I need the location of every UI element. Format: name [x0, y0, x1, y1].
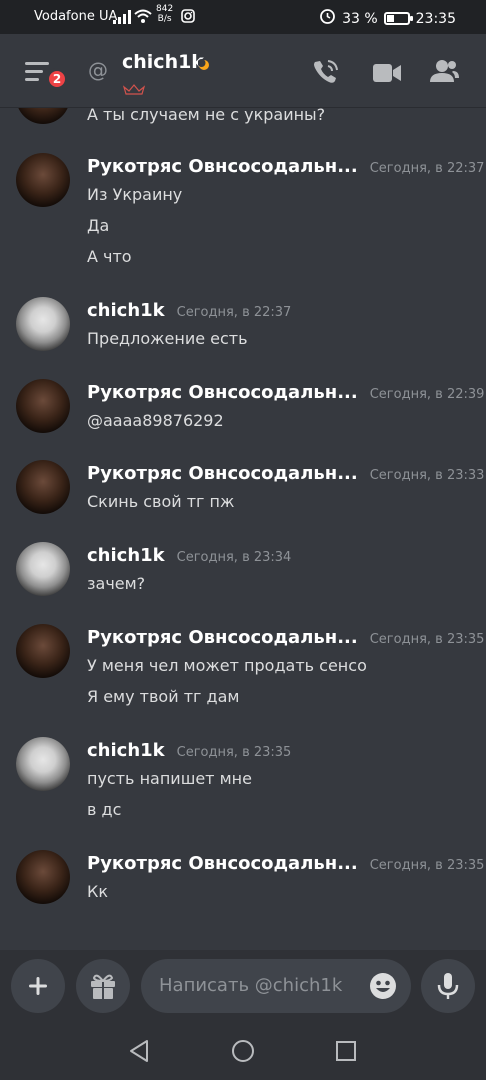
plus-icon: [29, 977, 47, 995]
message-text: Предложение есть: [87, 329, 248, 348]
system-nav-bar: [0, 1022, 486, 1080]
home-icon[interactable]: [231, 1039, 255, 1067]
author-name[interactable]: Рукотряс Овнсосодальн...: [87, 627, 358, 648]
wifi-icon: [134, 9, 152, 28]
mic-icon: [437, 973, 459, 999]
message-text: А ты случаем не с украины?: [87, 108, 326, 124]
avatar[interactable]: [16, 737, 70, 791]
message-text: Из Украину: [87, 185, 183, 204]
recents-icon[interactable]: [335, 1040, 357, 1066]
back-icon[interactable]: [127, 1039, 151, 1067]
battery-icon: [383, 12, 413, 25]
timestamp: Сегодня, в 23:34: [176, 550, 292, 565]
status-bar: Vodafone UA 842 B/s 33 % 23:35: [0, 0, 486, 34]
message-text: У меня чел может продать сенсо: [87, 656, 367, 675]
avatar[interactable]: [16, 297, 70, 351]
signal-icon: [113, 10, 131, 28]
instagram-icon: [181, 9, 195, 27]
message-text: А что: [87, 247, 132, 266]
network-speed: 842 B/s: [156, 4, 174, 24]
carrier-name: Vodafone UA: [34, 9, 118, 24]
avatar[interactable]: [16, 850, 70, 904]
message-input-placeholder: Написать @chich1k: [159, 975, 343, 996]
message-text: Я ему твой тг дам: [87, 687, 240, 706]
timestamp: Сегодня, в 23:35: [176, 745, 292, 760]
emoji-icon[interactable]: [369, 972, 397, 1004]
timestamp: Сегодня, в 22:39: [369, 387, 485, 402]
author-name[interactable]: chich1k: [87, 300, 165, 321]
menu-icon[interactable]: [25, 62, 49, 86]
author-name[interactable]: chich1k: [87, 740, 165, 761]
avatar[interactable]: [16, 460, 70, 514]
message-text: Скинь свой тг пж: [87, 492, 235, 511]
author-name[interactable]: Рукотряс Овнсосодальн...: [87, 382, 358, 403]
members-icon[interactable]: [430, 58, 460, 88]
unread-badge: 2: [46, 68, 68, 90]
video-icon[interactable]: [372, 62, 402, 88]
message-text: зачем?: [87, 574, 146, 593]
battery-percent: 33 %: [342, 10, 378, 27]
author-name[interactable]: Рукотряс Овнсосодальн...: [87, 463, 358, 484]
message-text: Кк: [87, 882, 109, 901]
author-name[interactable]: chich1k: [87, 545, 165, 566]
timestamp: Сегодня, в 23:35: [369, 632, 485, 647]
chat-header: 2 @ chich1k: [0, 34, 486, 108]
alarm-icon: [319, 8, 336, 29]
at-icon: @: [88, 58, 108, 82]
message-input[interactable]: Написать @chich1k: [141, 959, 411, 1013]
timestamp: Сегодня, в 23:33: [369, 468, 485, 483]
call-icon[interactable]: [311, 58, 341, 90]
moon-icon: [197, 56, 210, 75]
clock: 23:35: [415, 10, 456, 27]
channel-title[interactable]: chich1k: [122, 51, 204, 73]
message-text: в дс: [87, 800, 122, 819]
gift-button[interactable]: [76, 959, 130, 1013]
crown-icon: [122, 80, 146, 99]
avatar[interactable]: [16, 153, 70, 207]
message-text: пусть напишет мне: [87, 769, 252, 788]
message-composer: Написать @chich1k: [0, 950, 486, 1022]
avatar[interactable]: [16, 542, 70, 596]
message-list[interactable]: А ты случаем не с украины? Рукотряс Овнс…: [0, 108, 486, 950]
message-text: @aaaa89876292: [87, 411, 224, 430]
avatar[interactable]: [16, 624, 70, 678]
author-name[interactable]: Рукотряс Овнсосодальн...: [87, 853, 358, 874]
timestamp: Сегодня, в 22:37: [369, 161, 485, 176]
attach-button[interactable]: [11, 959, 65, 1013]
gift-icon: [91, 974, 115, 999]
timestamp: Сегодня, в 23:35: [369, 858, 485, 873]
avatar[interactable]: [16, 108, 70, 124]
author-name[interactable]: Рукотряс Овнсосодальн...: [87, 156, 358, 177]
avatar[interactable]: [16, 379, 70, 433]
message-text: Да: [87, 216, 110, 235]
voice-button[interactable]: [421, 959, 475, 1013]
timestamp: Сегодня, в 22:37: [176, 305, 292, 320]
